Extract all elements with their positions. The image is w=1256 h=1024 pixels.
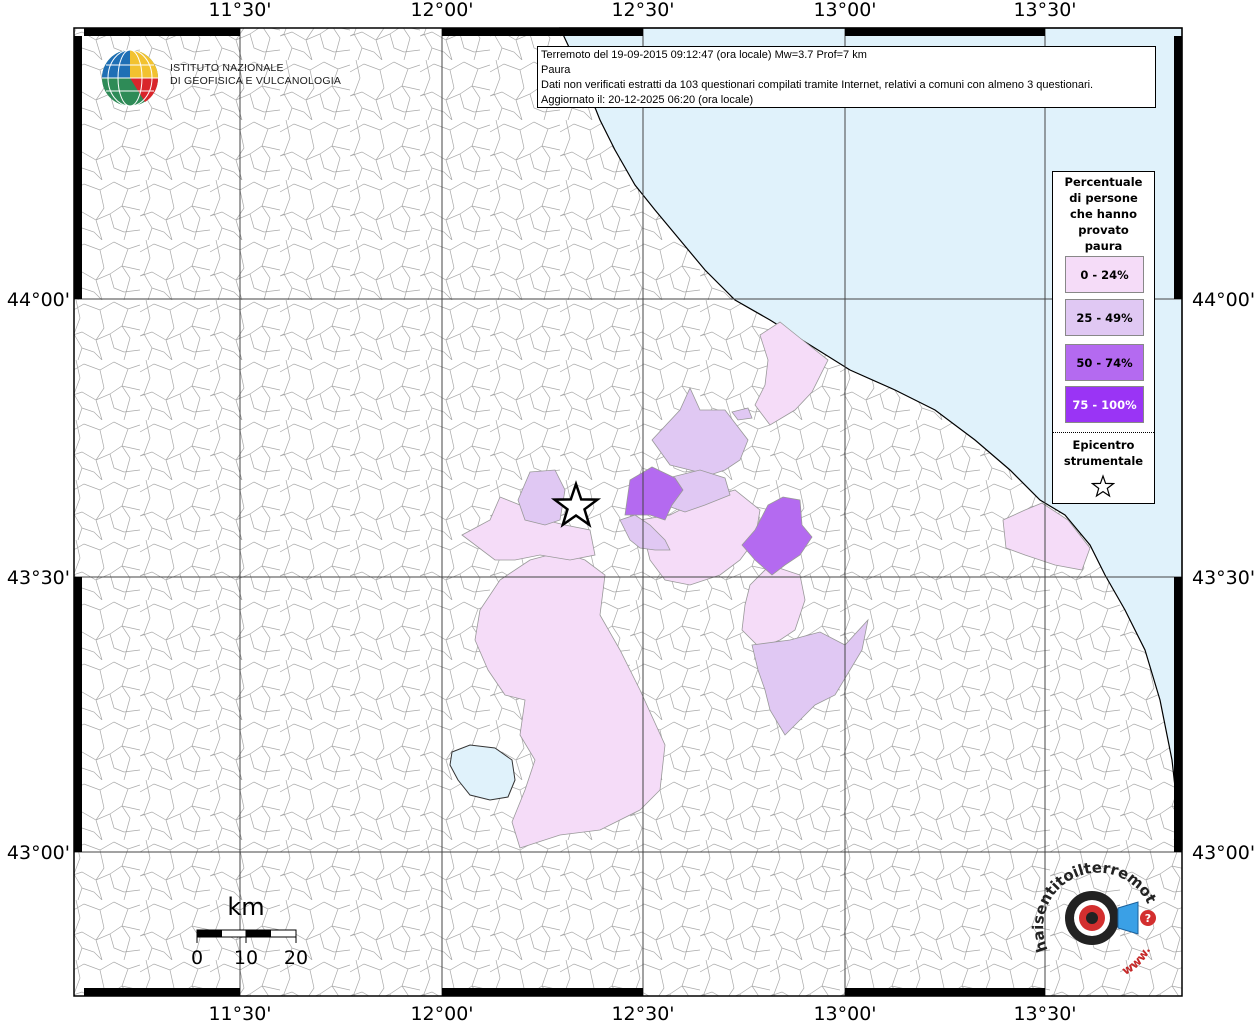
scale-tick: 0: [191, 947, 203, 969]
lat-label-right: 44°00': [1192, 289, 1255, 311]
legend-item-label: 50 - 74%: [1076, 355, 1133, 370]
lon-label-bottom: 13°30': [1013, 1003, 1076, 1024]
ingv-name-line: DI GEOFISICA E VULCANOLOGIA: [170, 75, 342, 87]
ingv-name-line: ISTITUTO NAZIONALE: [170, 62, 284, 74]
event-updated: Aggiornato il: 20-12-2025 06:20 (ora loc…: [541, 94, 754, 106]
legend-title: Percentuale di persone che hanno provato…: [1064, 175, 1143, 253]
lat-label-left: 43°30': [7, 567, 70, 589]
lat-label-right: 43°00': [1192, 842, 1255, 864]
event-title: Terremoto del 19-09-2015 09:12:47 (ora l…: [541, 49, 867, 61]
legend-item-label: 75 - 100%: [1072, 397, 1137, 412]
legend-divider: [1053, 432, 1154, 433]
lat-label-left: 44°00': [7, 289, 70, 311]
lon-label-top: 13°00': [813, 0, 876, 21]
legend-item-0-24: 0 - 24%: [1065, 256, 1144, 293]
legend-item-50-74: 50 - 74%: [1065, 344, 1144, 381]
lat-label-right: 43°30': [1192, 567, 1255, 589]
legend-item-label: 25 - 49%: [1076, 310, 1133, 325]
svg-text:?: ?: [1145, 912, 1151, 925]
lon-label-bottom: 12°00': [410, 1003, 473, 1024]
scale-unit: km: [227, 893, 264, 921]
haisentito-www-text: www.: [1119, 944, 1153, 978]
event-info-box: Terremoto del 19-09-2015 09:12:47 (ora l…: [537, 46, 1156, 108]
legend-item-75-100: 75 - 100%: [1065, 386, 1144, 423]
lon-label-bottom: 11°30': [208, 1003, 271, 1024]
scale-tick: 20: [284, 947, 308, 969]
legend-item-25-49: 25 - 49%: [1065, 299, 1144, 336]
lon-label-top: 11°30': [208, 0, 271, 21]
legend-item-label: 0 - 24%: [1080, 267, 1129, 282]
scale-tick: 10: [234, 947, 258, 969]
legend-star-icon: [1091, 474, 1115, 498]
lon-label-top: 13°30': [1013, 0, 1076, 21]
haisentito-www: www.: [1119, 944, 1153, 978]
ingv-logo: ISTITUTO NAZIONALE DI GEOFISICA E VULCAN…: [100, 48, 341, 108]
ingv-name: ISTITUTO NAZIONALE DI GEOFISICA E VULCAN…: [170, 62, 341, 88]
lon-label-top: 12°00': [410, 0, 473, 21]
lat-label-left: 43°00': [7, 842, 70, 864]
legend: Percentuale di persone che hanno provato…: [1052, 171, 1155, 504]
event-parameter: Paura: [541, 64, 571, 76]
lon-label-top: 12°30': [611, 0, 674, 21]
ingv-globe-icon: [102, 49, 159, 107]
haisentito-logo: haisentitoilterremoto.it www. ?: [1030, 855, 1160, 978]
lon-label-bottom: 13°00': [813, 1003, 876, 1024]
lon-label-bottom: 12°30': [611, 1003, 674, 1024]
event-data-note: Dati non verificati estratti da 103 ques…: [541, 79, 1094, 91]
legend-epicenter-label: Epicentro strumentale: [1063, 438, 1144, 468]
